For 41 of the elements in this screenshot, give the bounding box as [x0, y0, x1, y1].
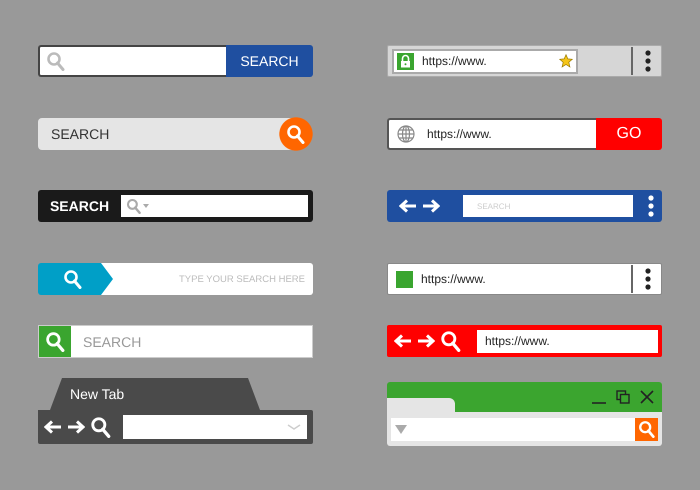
- restore-icon[interactable]: [616, 390, 630, 404]
- dropdown-triangle-icon[interactable]: [395, 424, 407, 434]
- back-arrow-icon[interactable]: [394, 334, 412, 348]
- search-icon: [63, 269, 83, 289]
- browser-tab[interactable]: New Tab: [50, 378, 260, 410]
- more-options-icon[interactable]: [645, 268, 651, 290]
- address-field[interactable]: https://www.: [392, 48, 578, 74]
- search-field[interactable]: SEARCH: [38, 118, 279, 150]
- address-bar[interactable]: https://www.: [387, 263, 662, 295]
- search-icon[interactable]: [440, 330, 462, 352]
- search-icon: [46, 51, 66, 71]
- search-icon: [126, 198, 142, 214]
- search-label: SEARCH: [48, 198, 110, 214]
- search-button[interactable]: [279, 117, 313, 151]
- search-field[interactable]: [121, 195, 308, 217]
- search-icon: [638, 420, 656, 438]
- search-icon[interactable]: [90, 416, 112, 438]
- address-field[interactable]: https://www.: [477, 330, 658, 352]
- address-field[interactable]: [123, 415, 307, 439]
- globe-icon: [397, 125, 415, 143]
- close-icon[interactable]: [640, 390, 654, 404]
- site-icon: [396, 270, 413, 288]
- address-field[interactable]: https://www.: [387, 118, 596, 150]
- search-field[interactable]: TYPE YOUR SEARCH HERE: [101, 263, 313, 295]
- go-button[interactable]: GO: [596, 118, 662, 150]
- star-icon[interactable]: [559, 54, 573, 68]
- search-icon: [286, 124, 306, 144]
- search-button[interactable]: SEARCH: [226, 45, 313, 77]
- caret-icon: [143, 204, 149, 208]
- forward-arrow-icon[interactable]: [417, 334, 435, 348]
- forward-arrow-icon[interactable]: [67, 420, 85, 434]
- more-options-icon[interactable]: [645, 50, 651, 72]
- search-field[interactable]: [38, 45, 226, 77]
- padlock-icon: [397, 52, 414, 70]
- search-button[interactable]: [38, 263, 113, 295]
- back-arrow-icon[interactable]: [44, 420, 62, 434]
- back-arrow-icon[interactable]: [399, 199, 417, 213]
- address-field[interactable]: [391, 418, 658, 440]
- search-button[interactable]: [635, 418, 658, 440]
- forward-arrow-icon[interactable]: [422, 199, 440, 213]
- more-options-icon[interactable]: [648, 195, 654, 217]
